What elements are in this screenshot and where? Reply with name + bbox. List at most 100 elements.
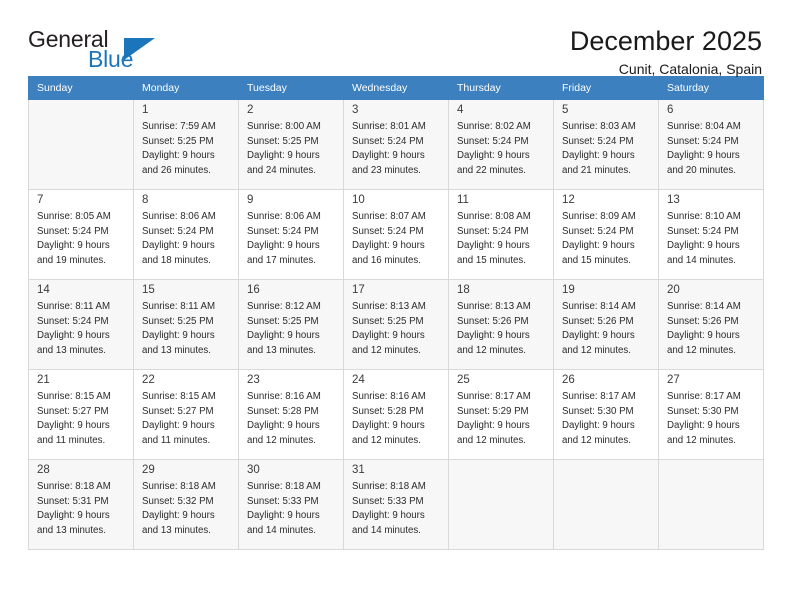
daylight-text-line2: and 12 minutes. — [457, 435, 526, 447]
day-sun-info: Sunrise: 8:12 AM Sunset: 5:25 PM Daylight:… — [247, 300, 337, 359]
weekday-header-thursday: Thursday — [448, 76, 554, 100]
day-cell-25[interactable]: 25 Sunrise: 8:17 AM Sunset: 5:29 PM Dayligh… — [448, 369, 554, 460]
sunrise-text: Sunrise: 8:08 AM — [457, 211, 531, 222]
calendar-week-row: 14 Sunrise: 8:11 AM Sunset: 5:24 PM Dayligh… — [28, 279, 764, 370]
day-cell-9[interactable]: 9 Sunrise: 8:06 AM Sunset: 5:24 PM Daylight… — [238, 189, 344, 280]
day-cell-29[interactable]: 29 Sunrise: 8:18 AM Sunset: 5:32 PM Dayligh… — [133, 459, 239, 550]
sunrise-text: Sunrise: 8:06 AM — [247, 211, 321, 222]
sunrise-text: Sunrise: 8:17 AM — [667, 391, 741, 402]
daylight-text-line2: and 14 minutes. — [352, 525, 421, 537]
daylight-text-line1: Daylight: 9 hours — [457, 240, 530, 252]
day-cell-13[interactable]: 13 Sunrise: 8:10 AM Sunset: 5:24 PM Dayligh… — [658, 189, 764, 280]
day-number: 12 — [562, 194, 575, 206]
day-sun-info: Sunrise: 8:18 AM Sunset: 5:33 PM Daylight:… — [247, 480, 337, 539]
day-cell-content: 11 Sunrise: 8:08 AM Sunset: 5:24 PM Dayligh… — [449, 190, 553, 279]
day-sun-info: Sunrise: 8:13 AM Sunset: 5:25 PM Daylight:… — [352, 300, 442, 359]
sunset-text: Sunset: 5:26 PM — [457, 315, 529, 327]
sunrise-text: Sunrise: 8:16 AM — [352, 391, 426, 402]
daylight-text-line2: and 13 minutes. — [37, 345, 106, 357]
day-number: 16 — [247, 284, 260, 296]
sunrise-text: Sunrise: 8:11 AM — [142, 301, 216, 312]
day-cell-10[interactable]: 10 Sunrise: 8:07 AM Sunset: 5:24 PM Dayligh… — [343, 189, 449, 280]
day-cell-content: 14 Sunrise: 8:11 AM Sunset: 5:24 PM Dayligh… — [29, 280, 133, 369]
sunset-text: Sunset: 5:24 PM — [562, 135, 634, 147]
daylight-text-line1: Daylight: 9 hours — [667, 330, 740, 342]
daylight-text-line2: and 26 minutes. — [142, 165, 211, 177]
day-number: 8 — [142, 194, 149, 206]
day-cell-15[interactable]: 15 Sunrise: 8:11 AM Sunset: 5:25 PM Dayligh… — [133, 279, 239, 370]
day-cell-31[interactable]: 31 Sunrise: 8:18 AM Sunset: 5:33 PM Dayligh… — [343, 459, 449, 550]
day-cell-content: 27 Sunrise: 8:17 AM Sunset: 5:30 PM Dayligh… — [659, 370, 763, 459]
daylight-text-line2: and 12 minutes. — [562, 345, 631, 357]
day-number: 1 — [142, 104, 149, 116]
daylight-text-line1: Daylight: 9 hours — [352, 420, 425, 432]
day-number: 23 — [247, 374, 260, 386]
day-sun-info: Sunrise: 8:15 AM Sunset: 5:27 PM Daylight:… — [142, 390, 232, 449]
day-cell-22[interactable]: 22 Sunrise: 8:15 AM Sunset: 5:27 PM Dayligh… — [133, 369, 239, 460]
day-cell-14[interactable]: 14 Sunrise: 8:11 AM Sunset: 5:24 PM Dayligh… — [28, 279, 134, 370]
sunset-text: Sunset: 5:26 PM — [562, 315, 634, 327]
day-cell-content: 24 Sunrise: 8:16 AM Sunset: 5:28 PM Dayligh… — [344, 370, 448, 459]
daylight-text-line1: Daylight: 9 hours — [667, 420, 740, 432]
day-number: 26 — [562, 374, 575, 386]
day-number: 14 — [37, 284, 50, 296]
sunset-text: Sunset: 5:25 PM — [247, 135, 319, 147]
daylight-text-line2: and 14 minutes. — [247, 525, 316, 537]
daylight-text-line1: Daylight: 9 hours — [247, 420, 320, 432]
day-cell-6[interactable]: 6 Sunrise: 8:04 AM Sunset: 5:24 PM Daylight… — [658, 99, 764, 190]
day-cell-content: 7 Sunrise: 8:05 AM Sunset: 5:24 PM Daylight… — [29, 190, 133, 279]
day-number: 18 — [457, 284, 470, 296]
logo-text-blue: Blue — [88, 46, 134, 72]
day-cell-1[interactable]: 1 Sunrise: 7:59 AM Sunset: 5:25 PM Daylight… — [133, 99, 239, 190]
day-cell-content: 6 Sunrise: 8:04 AM Sunset: 5:24 PM Daylight… — [659, 100, 763, 189]
daylight-text-line2: and 16 minutes. — [352, 255, 421, 267]
day-cell-20[interactable]: 20 Sunrise: 8:14 AM Sunset: 5:26 PM Dayligh… — [658, 279, 764, 370]
day-cell-empty — [448, 459, 554, 550]
sunrise-text: Sunrise: 8:17 AM — [562, 391, 636, 402]
day-sun-info: Sunrise: 8:16 AM Sunset: 5:28 PM Daylight:… — [247, 390, 337, 449]
day-cell-30[interactable]: 30 Sunrise: 8:18 AM Sunset: 5:33 PM Dayligh… — [238, 459, 344, 550]
day-cell-26[interactable]: 26 Sunrise: 8:17 AM Sunset: 5:30 PM Dayligh… — [553, 369, 659, 460]
day-cell-24[interactable]: 24 Sunrise: 8:16 AM Sunset: 5:28 PM Dayligh… — [343, 369, 449, 460]
daylight-text-line2: and 15 minutes. — [562, 255, 631, 267]
page-subtitle: Cunit, Catalonia, Spain — [618, 61, 762, 78]
day-cell-content: 30 Sunrise: 8:18 AM Sunset: 5:33 PM Dayligh… — [239, 460, 343, 549]
day-cell-content: 23 Sunrise: 8:16 AM Sunset: 5:28 PM Dayligh… — [239, 370, 343, 459]
day-number: 11 — [457, 194, 469, 206]
day-sun-info: Sunrise: 8:03 AM Sunset: 5:24 PM Daylight:… — [562, 120, 652, 179]
general-blue-logo[interactable]: General Blue — [28, 26, 158, 74]
day-sun-info: Sunrise: 8:18 AM Sunset: 5:33 PM Daylight:… — [352, 480, 442, 539]
day-cell-3[interactable]: 3 Sunrise: 8:01 AM Sunset: 5:24 PM Daylight… — [343, 99, 449, 190]
day-cell-content: 31 Sunrise: 8:18 AM Sunset: 5:33 PM Dayligh… — [344, 460, 448, 549]
day-number: 30 — [247, 464, 260, 476]
day-cell-16[interactable]: 16 Sunrise: 8:12 AM Sunset: 5:25 PM Dayligh… — [238, 279, 344, 370]
day-cell-28[interactable]: 28 Sunrise: 8:18 AM Sunset: 5:31 PM Dayligh… — [28, 459, 134, 550]
daylight-text-line1: Daylight: 9 hours — [37, 420, 110, 432]
day-number: 28 — [37, 464, 50, 476]
day-cell-17[interactable]: 17 Sunrise: 8:13 AM Sunset: 5:25 PM Dayligh… — [343, 279, 449, 370]
calendar-week-row: 1 Sunrise: 7:59 AM Sunset: 5:25 PM Daylight… — [28, 99, 764, 190]
day-cell-2[interactable]: 2 Sunrise: 8:00 AM Sunset: 5:25 PM Daylight… — [238, 99, 344, 190]
day-cell-8[interactable]: 8 Sunrise: 8:06 AM Sunset: 5:24 PM Daylight… — [133, 189, 239, 280]
day-number: 21 — [37, 374, 50, 386]
day-sun-info: Sunrise: 8:11 AM Sunset: 5:24 PM Daylight:… — [37, 300, 127, 359]
day-cell-5[interactable]: 5 Sunrise: 8:03 AM Sunset: 5:24 PM Daylight… — [553, 99, 659, 190]
day-cell-4[interactable]: 4 Sunrise: 8:02 AM Sunset: 5:24 PM Daylight… — [448, 99, 554, 190]
calendar-week-row: 21 Sunrise: 8:15 AM Sunset: 5:27 PM Dayligh… — [28, 369, 764, 460]
day-cell-12[interactable]: 12 Sunrise: 8:09 AM Sunset: 5:24 PM Dayligh… — [553, 189, 659, 280]
daylight-text-line2: and 24 minutes. — [247, 165, 316, 177]
daylight-text-line2: and 21 minutes. — [562, 165, 631, 177]
sunset-text: Sunset: 5:24 PM — [142, 225, 214, 237]
day-cell-27[interactable]: 27 Sunrise: 8:17 AM Sunset: 5:30 PM Dayligh… — [658, 369, 764, 460]
day-cell-18[interactable]: 18 Sunrise: 8:13 AM Sunset: 5:26 PM Dayligh… — [448, 279, 554, 370]
sunset-text: Sunset: 5:25 PM — [247, 315, 319, 327]
day-cell-7[interactable]: 7 Sunrise: 8:05 AM Sunset: 5:24 PM Daylight… — [28, 189, 134, 280]
day-cell-11[interactable]: 11 Sunrise: 8:08 AM Sunset: 5:24 PM Dayligh… — [448, 189, 554, 280]
day-cell-21[interactable]: 21 Sunrise: 8:15 AM Sunset: 5:27 PM Dayligh… — [28, 369, 134, 460]
daylight-text-line1: Daylight: 9 hours — [352, 240, 425, 252]
day-cell-23[interactable]: 23 Sunrise: 8:16 AM Sunset: 5:28 PM Dayligh… — [238, 369, 344, 460]
day-number: 6 — [667, 104, 674, 116]
sunrise-text: Sunrise: 7:59 AM — [142, 121, 216, 132]
day-cell-19[interactable]: 19 Sunrise: 8:14 AM Sunset: 5:26 PM Dayligh… — [553, 279, 659, 370]
day-cell-content: 3 Sunrise: 8:01 AM Sunset: 5:24 PM Daylight… — [344, 100, 448, 189]
